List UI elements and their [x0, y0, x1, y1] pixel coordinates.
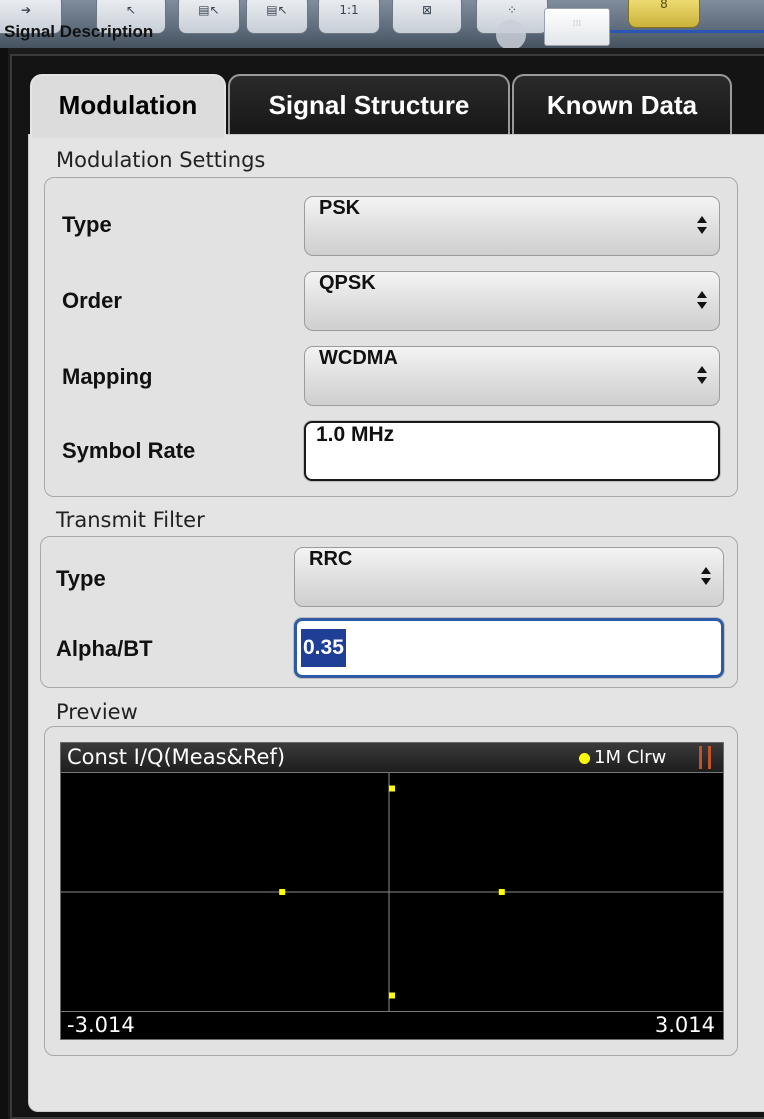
marker-icon: ↖ — [125, 3, 137, 17]
constellation-plot — [61, 773, 723, 1011]
graph-title: Const I/Q(Meas&Ref) — [67, 745, 286, 769]
symbol-rate-value: 1.0 MHz — [316, 423, 395, 446]
filter-type-label: Type — [56, 566, 106, 591]
zoom-label: 1:1 — [339, 3, 359, 17]
x-min-label: -3.014 — [67, 1013, 135, 1037]
progress-line — [610, 30, 764, 33]
dialog-title: Signal Description — [4, 22, 154, 41]
display-icon: ▤↖ — [198, 3, 220, 17]
modulation-type-value: PSK — [319, 197, 361, 219]
mapping-value: WCDMA — [319, 347, 398, 369]
network-icon: ⁘ — [506, 3, 518, 17]
constellation-point-4 — [389, 992, 395, 999]
window-button[interactable]: ⊠ — [392, 0, 462, 34]
tab-modulation[interactable]: Modulation — [30, 74, 226, 138]
help-button[interactable]: 8 — [628, 0, 700, 28]
grip-icon: ⁞⁞⁞ — [572, 19, 582, 29]
constellation-point-3 — [498, 889, 505, 895]
filter-type-select[interactable]: RRC — [294, 547, 724, 607]
mapping-select[interactable]: WCDMA — [304, 346, 720, 406]
updown-arrow-icon — [697, 291, 707, 311]
alpha-bt-field[interactable]: 0.35 — [294, 618, 724, 678]
alpha-bt-value: 0.35 — [301, 629, 346, 667]
alpha-bt-label: Alpha/BT — [56, 636, 153, 661]
window-icon: ⊠ — [421, 3, 433, 17]
tab-known-data[interactable]: Known Data — [512, 74, 732, 134]
constellation-graph[interactable]: Const I/Q(Meas&Ref) 1M Clrw -3.014 3.014 — [60, 742, 724, 1040]
constellation-point-1 — [389, 785, 395, 792]
filter-type-value: RRC — [309, 548, 353, 570]
display-config-icon: ▤↖ — [266, 3, 288, 17]
display-config-button[interactable]: ▤↖ — [246, 0, 308, 34]
updown-arrow-icon — [697, 366, 707, 386]
modulation-order-select[interactable]: QPSK — [304, 271, 720, 331]
trace-label: 1M Clrw — [594, 747, 667, 768]
tab-signal-structure[interactable]: Signal Structure — [228, 74, 510, 134]
scrollbar-handle[interactable]: ⁞⁞⁞ — [544, 8, 610, 46]
x-axis-footer: -3.014 3.014 — [61, 1011, 723, 1039]
symbol-rate-label: Symbol Rate — [62, 438, 196, 463]
type-label: Type — [62, 212, 112, 237]
constellation-point-2 — [279, 889, 286, 895]
display-button[interactable]: ▤↖ — [178, 0, 240, 34]
transmit-filter-title: Transmit Filter — [56, 508, 205, 532]
graph-header: Const I/Q(Meas&Ref) 1M Clrw — [61, 743, 723, 773]
status-circle — [496, 20, 526, 48]
preview-title: Preview — [56, 700, 138, 724]
left-edge — [0, 48, 8, 1119]
arrow-right-icon: ➔ — [20, 3, 32, 17]
zoom-button[interactable]: 1:1 — [318, 0, 380, 34]
trace-bars-icon — [699, 746, 711, 769]
modulation-settings-title: Modulation Settings — [56, 148, 266, 172]
toolbar: ➔ ↖ ▤↖ ▤↖ 1:1 ⊠ ⁘ ⁞⁞⁞ 8 Signal Descripti… — [0, 0, 764, 48]
trace-indicator-dot — [579, 753, 590, 764]
modulation-order-value: QPSK — [319, 272, 376, 294]
updown-arrow-icon — [697, 216, 707, 236]
modulation-type-select[interactable]: PSK — [304, 196, 720, 256]
symbol-rate-field[interactable]: 1.0 MHz — [304, 421, 720, 481]
help-icon: 8 — [660, 0, 668, 11]
order-label: Order — [62, 288, 122, 313]
mapping-label: Mapping — [62, 364, 153, 389]
updown-arrow-icon — [701, 567, 711, 587]
x-max-label: 3.014 — [654, 1013, 715, 1037]
